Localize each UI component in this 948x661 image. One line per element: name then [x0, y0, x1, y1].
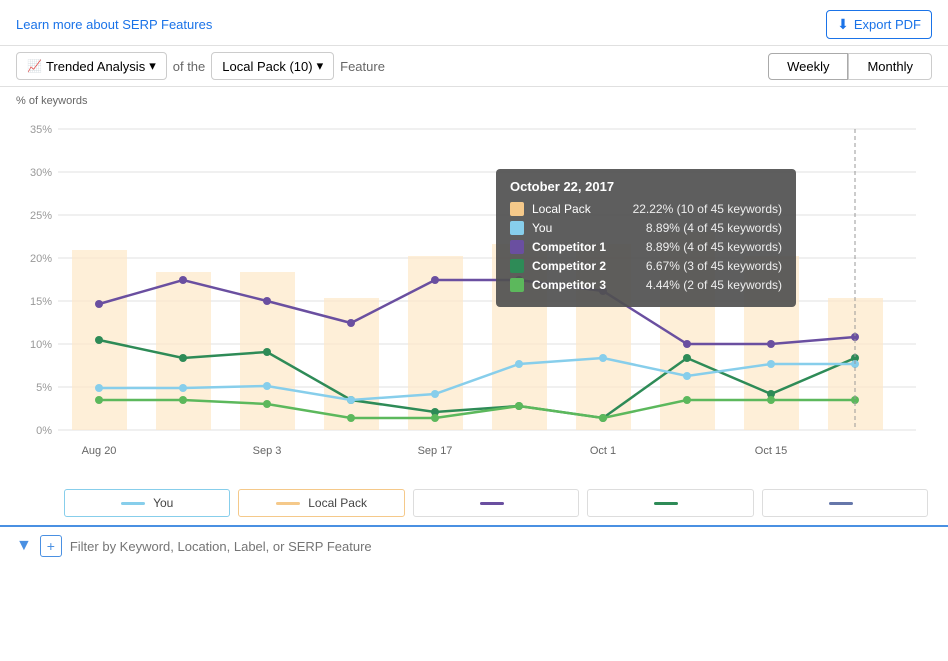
tooltip-date: October 22, 2017	[510, 179, 782, 194]
legend-swatch-you	[121, 502, 145, 505]
tooltip-swatch-comp2	[510, 259, 524, 273]
legend-item-comp3[interactable]	[762, 489, 928, 517]
filter-bar: ▼ +	[0, 525, 948, 565]
trend-icon: 📈	[27, 59, 42, 73]
legend-label-you: You	[153, 496, 173, 510]
analysis-dropdown[interactable]: 📈 Trended Analysis ▾	[16, 52, 167, 80]
tooltip-swatch-local	[510, 202, 524, 216]
svg-text:Oct 1: Oct 1	[590, 445, 616, 457]
svg-text:15%: 15%	[30, 296, 52, 308]
legend-item-comp2[interactable]	[587, 489, 753, 517]
add-filter-button[interactable]: +	[40, 535, 62, 557]
legend-item-local[interactable]: Local Pack	[238, 489, 404, 517]
feature-label: Feature	[340, 59, 385, 74]
tooltip-value-local: 22.22% (10 of 45 keywords)	[633, 202, 782, 216]
tooltip-swatch-comp1	[510, 240, 524, 254]
of-the-label: of the	[173, 59, 206, 74]
weekly-button[interactable]: Weekly	[768, 53, 848, 80]
svg-text:Sep 17: Sep 17	[418, 445, 453, 457]
chevron-down-icon-2: ▾	[317, 58, 324, 74]
tooltip-name-comp2: Competitor 2	[532, 259, 638, 273]
legend-item-you[interactable]: You	[64, 489, 230, 517]
y-axis-label: % of keywords	[16, 95, 932, 107]
tooltip-name-you: You	[532, 221, 638, 235]
svg-text:30%: 30%	[30, 167, 52, 179]
tooltip-row-you: You 8.89% (4 of 45 keywords)	[510, 221, 782, 235]
tooltip-value-comp3: 4.44% (2 of 45 keywords)	[646, 278, 782, 292]
legend-swatch-comp3	[829, 502, 853, 505]
svg-text:20%: 20%	[30, 253, 52, 265]
svg-text:Oct 15: Oct 15	[755, 445, 787, 457]
learn-more-link[interactable]: Learn more about SERP Features	[16, 17, 212, 32]
tooltip-value-you: 8.89% (4 of 45 keywords)	[646, 221, 782, 235]
filter-input[interactable]	[70, 539, 932, 554]
legend-swatch-comp1	[480, 502, 504, 505]
svg-text:0%: 0%	[36, 425, 52, 437]
chart-container: 35% 30% 25% 20% 15% 10% 5% 0%	[16, 109, 932, 479]
tooltip-name-local: Local Pack	[532, 202, 625, 216]
tooltip-name-comp1: Competitor 1	[532, 240, 638, 254]
svg-text:10%: 10%	[30, 339, 52, 351]
chart-tooltip: October 22, 2017 Local Pack 22.22% (10 o…	[496, 169, 796, 307]
legend-swatch-comp2	[654, 502, 678, 505]
svg-text:35%: 35%	[30, 124, 52, 136]
tooltip-value-comp1: 8.89% (4 of 45 keywords)	[646, 240, 782, 254]
tooltip-name-comp3: Competitor 3	[532, 278, 638, 292]
svg-text:5%: 5%	[36, 382, 52, 394]
legend-label-local: Local Pack	[308, 496, 367, 510]
filter-icon: ▼	[16, 537, 32, 555]
feature-select-dropdown[interactable]: Local Pack (10) ▾	[211, 52, 334, 80]
tooltip-row-comp2: Competitor 2 6.67% (3 of 45 keywords)	[510, 259, 782, 273]
tooltip-swatch-comp3	[510, 278, 524, 292]
export-pdf-button[interactable]: ⬇ Export PDF	[826, 10, 932, 39]
download-icon: ⬇	[837, 16, 849, 33]
legend-item-comp1[interactable]	[413, 489, 579, 517]
svg-text:25%: 25%	[30, 210, 52, 222]
legend-swatch-local	[276, 502, 300, 505]
chevron-down-icon: ▾	[149, 58, 156, 74]
tooltip-row-comp1: Competitor 1 8.89% (4 of 45 keywords)	[510, 240, 782, 254]
svg-text:Sep 3: Sep 3	[253, 445, 282, 457]
svg-text:Aug 20: Aug 20	[82, 445, 117, 457]
legend-row: You Local Pack	[0, 479, 948, 525]
tooltip-row-local: Local Pack 22.22% (10 of 45 keywords)	[510, 202, 782, 216]
monthly-button[interactable]: Monthly	[848, 53, 932, 80]
tooltip-swatch-you	[510, 221, 524, 235]
tooltip-row-comp3: Competitor 3 4.44% (2 of 45 keywords)	[510, 278, 782, 292]
tooltip-value-comp2: 6.67% (3 of 45 keywords)	[646, 259, 782, 273]
